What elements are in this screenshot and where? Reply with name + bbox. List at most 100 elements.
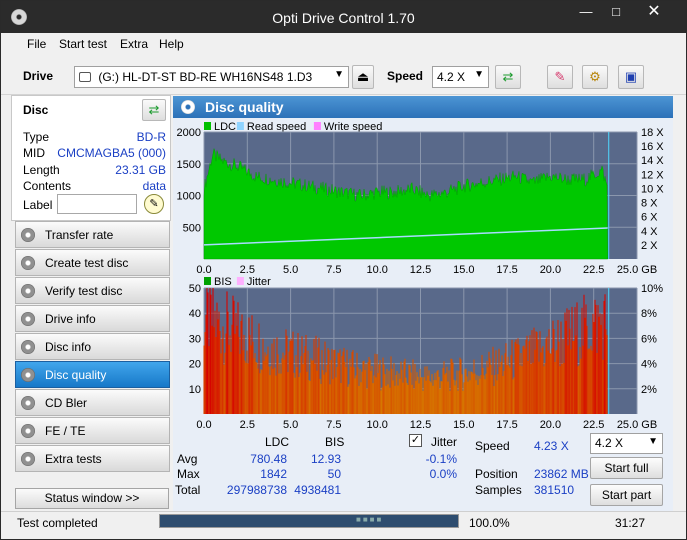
y-right-tick-label: 8 X [641,198,658,210]
legend-swatch [236,277,244,285]
x-tick-label: 20.0 [540,419,561,431]
y-tick-label: 1500 [177,159,201,171]
chevron-down-icon: ▼ [648,436,658,447]
stats-avg-label: Avg [177,452,198,466]
disc-length-value: 23.31 GB [115,163,166,177]
nav-cd-bler[interactable]: CD Bler [15,389,170,416]
speed-stat-value: 4.23 X [534,439,569,453]
jitter-checkbox[interactable]: ✓ [409,434,422,447]
nav-transfer-rate[interactable]: Transfer rate [15,221,170,248]
nav-verify-test-disc[interactable]: Verify test disc [15,277,170,304]
speed-label: Speed [387,69,424,83]
refresh-icon: ⇄ [502,69,514,84]
eraser-icon: ✎ [554,69,566,84]
drive-select[interactable]: (G:) HL-DT-ST BD-RE WH16NS48 1.D3 ▼ [74,66,349,88]
disc-type-label: Type [23,130,50,144]
settings-button[interactable]: ⚙ [582,65,608,89]
x-tick-label: 5.0 [283,419,298,431]
position-label: Position [475,467,518,481]
minimize-button[interactable]: — [571,1,601,23]
legend-entry: LDC [214,121,236,133]
speed-stat-label: Speed [475,439,510,453]
x-tick-label: 7.5 [326,419,341,431]
maximize-button[interactable]: □ [601,1,631,23]
stats-header-ldc: LDC [265,435,290,449]
nav-disc-info[interactable]: Disc info [15,333,170,360]
nav-fe-te[interactable]: FE / TE [15,417,170,444]
disc-mid-label: MID [23,146,45,160]
x-tick-label: 10.0 [366,264,387,276]
close-button[interactable]: ✕ [631,1,677,23]
eject-button[interactable]: ⏏ [352,65,374,89]
y-tick-label: 50 [189,283,201,295]
y-tick-label: 500 [183,222,201,234]
y-right-tick-label: 4 X [641,226,658,238]
disc-icon [21,452,35,466]
y-right-tick-label: 18 X [641,127,664,139]
legend-entry: BIS [214,276,232,288]
speed-select[interactable]: 4.2 X ▼ [432,66,489,88]
disc-label-input[interactable] [57,194,137,214]
nav-disc-quality[interactable]: Disc quality [15,361,170,388]
disc-icon [21,228,35,242]
title-bar[interactable]: Opti Drive Control 1.70 — □ ✕ [1,1,686,33]
x-tick-label: 0.0 [196,264,211,276]
y-tick-label: 30 [189,333,201,345]
y-right-tick-label: 4% [641,359,657,371]
stats-total-ldc: 297988738 [226,483,287,497]
disc-quality-panel: Disc quality 0.0 2.5 5.0 7.5 10.0 12.5 15.0 17.… [173,96,673,511]
status-bar: Test completed ■■■■ 100.0% 31:27 [1,511,686,539]
x-tick-label: 7.5 [326,264,341,276]
refresh-speed-button[interactable]: ⇄ [495,65,521,89]
nav-drive-info[interactable]: Drive info [15,305,170,332]
disc-contents-label: Contents [23,179,72,193]
legend-swatch [204,122,211,130]
stats-total-label: Total [175,483,201,497]
stats-max-label: Max [177,467,200,481]
disc-icon [21,396,35,410]
menu-start-test[interactable]: Start test [59,37,107,51]
checkmark-icon: ✓ [410,434,421,446]
progress-dots: ■■■■ [356,515,384,524]
ldc-chart: 0.0 2.5 5.0 7.5 10.0 12.5 15.0 17.5 20.0 22.5 25.0… [177,121,665,276]
stats-header-bis: BIS [325,435,345,449]
elapsed-time: 31:27 [615,516,646,530]
y-right-tick-label: 16 X [641,141,664,153]
save-button[interactable]: ▣ [618,65,644,89]
y-right-tick-label: 8% [641,308,657,320]
start-part-button[interactable]: Start part [590,484,663,506]
disc-contents-value: data [142,179,166,193]
y-tick-label: 2000 [177,127,201,139]
disc-type-value: BD-R [136,130,166,144]
nav-extra-tests[interactable]: Extra tests [15,445,170,472]
erase-button[interactable]: ✎ [547,65,573,89]
x-tick-label: 17.5 [496,419,517,431]
status-text: Test completed [17,516,98,530]
status-window-button[interactable]: Status window >> [15,488,169,509]
legend-entry: Jitter [247,276,271,288]
y-tick-label: 40 [189,308,201,320]
start-full-button[interactable]: Start full [590,457,663,479]
progress-fill [160,515,458,527]
legend-entry: Write speed [324,121,383,133]
progress-bar: ■■■■ [159,514,459,528]
disc-icon [21,368,35,382]
floppy-icon: ▣ [624,69,638,84]
samples-value: 381510 [534,483,575,497]
menu-file[interactable]: File [27,37,46,51]
y-right-tick-label: 6 X [641,212,658,224]
x-tick-label: 2.5 [240,419,255,431]
x-tick-label: 15.0 [453,264,474,276]
refresh-disc-button[interactable]: ⇄ [142,99,166,121]
left-panel: Disc ⇄ Type BD-R MID CMCMAGBA5 (000) Len… [11,95,171,511]
disc-info-box: Disc ⇄ Type BD-R MID CMCMAGBA5 (000) Len… [11,95,171,221]
y-tick-label: 10 [189,384,201,396]
menu-help[interactable]: Help [159,37,184,51]
toolbar: Drive (G:) HL-DT-ST BD-RE WH16NS48 1.D3 … [1,55,686,95]
y-tick-label: 20 [189,359,201,371]
y-tick-label: 1000 [177,191,201,203]
menu-extra[interactable]: Extra [120,37,148,51]
label-edit-button[interactable]: ✎ [144,194,164,214]
quality-speed-select[interactable]: 4.2 X ▼ [590,433,663,454]
nav-create-test-disc[interactable]: Create test disc [15,249,170,276]
